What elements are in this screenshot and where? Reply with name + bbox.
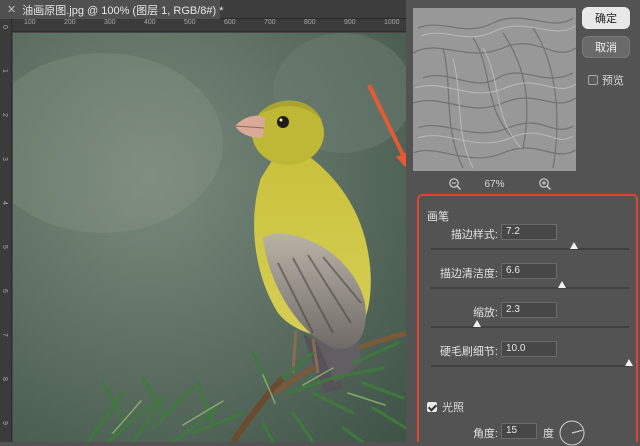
oil-paint-photo [13,33,406,442]
filter-preview[interactable] [413,8,576,171]
scale-label: 缩放: [472,307,498,319]
stroke-style-slider[interactable] [431,242,629,250]
ruler-tick-label: 100 [24,19,36,26]
horizontal-ruler: 1002003004005006007008009001000110012001… [12,19,406,32]
zoom-controls: 67% [413,177,576,193]
cancel-button[interactable]: 取消 [582,36,630,58]
document-tab[interactable]: ✕ 油画原图.jpg @ 100% (图层 1, RGB/8#) * [0,0,224,19]
brush-section-title: 画笔 [427,211,449,223]
lighting-checkbox[interactable] [427,402,437,412]
scale-slider[interactable] [431,320,629,328]
angle-dial-hand [571,429,583,434]
angle-dial[interactable] [559,420,585,446]
lighting-label: 光照 [442,402,464,414]
settings-group: 画笔 描边样式: 7.2 描边清洁度: 6.6 缩放: 2.3 硬毛刷细节: 10.0 光照 … [417,194,638,446]
bristle-detail-label: 硬毛刷细节: [439,346,498,358]
ruler-tick-label: 2 [1,113,8,117]
ruler-tick-label: 800 [304,19,316,26]
preview-toggle[interactable]: 预览 [588,72,624,88]
ruler-tick-label: 400 [144,19,156,26]
angle-row: 角度: 15 度 [419,420,636,446]
oil-paint-dialog: 确定 取消 预览 67% 画笔 描边样式: 7.2 描边清洁度: 6.6 缩放: 2.3 硬… [406,0,640,446]
stroke-style-slider-thumb[interactable] [569,242,578,249]
scale-slider-thumb[interactable] [472,320,481,327]
ruler-tick-label: 1 [1,69,8,73]
ruler-tick-label: 8 [1,377,8,381]
stroke-style-label: 描边样式: [450,229,498,241]
angle-label: 角度: [472,428,498,440]
stroke-cleanliness-slider[interactable] [431,281,629,289]
ruler-tick-label: 9 [1,421,8,425]
ruler-tick-label: 0 [1,25,8,29]
ruler-tick-label: 7 [1,333,8,337]
ruler-tick-label: 700 [264,19,276,26]
ruler-tick-label: 300 [104,19,116,26]
ruler-tick-label: 200 [64,19,76,26]
vertical-ruler: 0 1 2 3 4 5 6 7 8 9 [0,19,12,442]
image-canvas[interactable] [13,33,406,442]
bristle-detail-input[interactable]: 10.0 [501,341,557,357]
ruler-tick-label: 1000 [384,19,400,26]
ruler-tick-label: 600 [224,19,236,26]
bristle-detail-slider[interactable] [431,359,633,367]
stroke-cleanliness-slider-thumb[interactable] [557,281,566,288]
lighting-toggle[interactable]: 光照 [427,399,464,415]
preview-label: 预览 [602,75,624,87]
zoom-in-icon[interactable] [538,177,552,191]
ruler-tick-label: 900 [344,19,356,26]
close-icon[interactable]: ✕ [7,3,16,16]
angle-unit: 度 [543,428,554,440]
preview-checkbox[interactable] [588,75,598,85]
tab-bar: ✕ 油画原图.jpg @ 100% (图层 1, RGB/8#) * [0,0,406,19]
ok-button[interactable]: 确定 [582,7,630,29]
stroke-style-input[interactable]: 7.2 [501,224,557,240]
stroke-cleanliness-label: 描边清洁度: [439,268,498,280]
document-window: ✕ 油画原图.jpg @ 100% (图层 1, RGB/8#) * 100 20… [0,0,406,442]
preview-image [413,8,576,171]
scale-input[interactable]: 2.3 [501,302,557,318]
document-tab-title: 油画原图.jpg @ 100% (图层 1, RGB/8#) * [22,4,224,17]
ruler-tick-label: 3 [1,157,8,161]
angle-input[interactable]: 15 [501,423,537,439]
bristle-detail-slider-thumb[interactable] [625,359,633,366]
ruler-tick-label: 5 [1,245,8,249]
ruler-tick-label: 6 [1,289,8,293]
ruler-tick-label: 4 [1,201,8,205]
ruler-tick-label: 500 [184,19,196,26]
stroke-cleanliness-input[interactable]: 6.6 [501,263,557,279]
